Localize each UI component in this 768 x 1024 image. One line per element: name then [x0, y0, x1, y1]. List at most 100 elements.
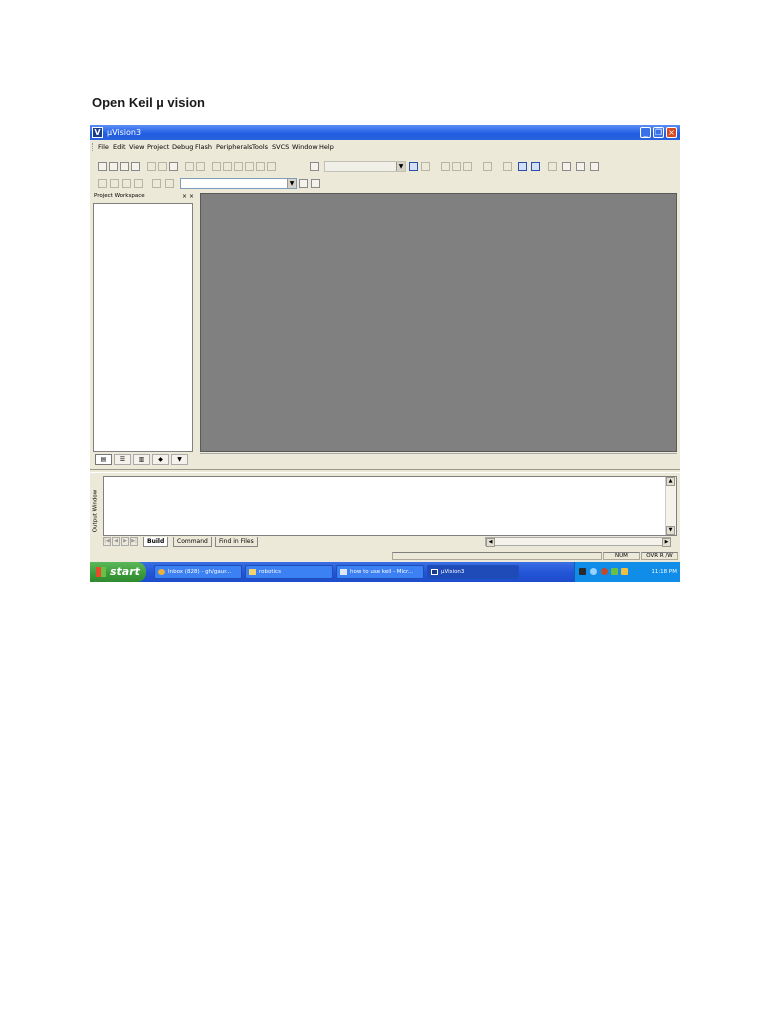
- build-toolbar: ▼: [90, 176, 680, 192]
- output-vertical-scrollbar[interactable]: ▲ ▼: [665, 477, 676, 535]
- scroll-right-icon[interactable]: ▶: [662, 538, 671, 547]
- menu-view[interactable]: View: [129, 141, 144, 153]
- undo-icon[interactable]: [185, 162, 194, 171]
- menu-flash[interactable]: Flash: [195, 141, 212, 153]
- debug-toggle-icon[interactable]: [548, 162, 557, 171]
- next-bookmark-icon[interactable]: [256, 162, 265, 171]
- prev-tab-icon[interactable]: ◀: [112, 537, 120, 546]
- workspace-close-icon[interactable]: × ×: [182, 192, 194, 201]
- tab-find-in-files[interactable]: Find in Files: [215, 537, 258, 547]
- scroll-down-icon[interactable]: ▼: [666, 526, 675, 535]
- translate-icon[interactable]: [98, 179, 107, 188]
- paste-icon[interactable]: [169, 162, 178, 171]
- target-options-icon[interactable]: [165, 179, 174, 188]
- books-tab-icon[interactable]: ▥: [133, 454, 150, 465]
- taskbar-item-word[interactable]: how to use keil - Micr...: [336, 565, 424, 579]
- workspace-tabs: ▤ ☰ ▥ ◆ ▼: [93, 453, 193, 466]
- menu-edit[interactable]: Edit: [113, 141, 126, 153]
- taskbar-item-inbox[interactable]: Inbox (828) - gh/gaur...: [154, 565, 242, 579]
- chevron-down-icon[interactable]: ▼: [396, 162, 405, 171]
- components-icon[interactable]: [299, 179, 308, 188]
- project-workspace-panel: Project Workspace × × ▤ ☰ ▥ ◆ ▼: [92, 192, 196, 467]
- brace-match-icon[interactable]: [463, 162, 472, 171]
- speaker-tray-icon[interactable]: [621, 568, 628, 575]
- file-extensions-icon[interactable]: [311, 179, 320, 188]
- chrome-tray-icon[interactable]: [601, 568, 608, 575]
- window-title: µVision3: [107, 128, 142, 137]
- status-message-pane: [392, 552, 602, 560]
- new-file-icon[interactable]: [98, 162, 107, 171]
- output-text-area[interactable]: ▲ ▼: [103, 476, 677, 536]
- close-button[interactable]: ×: [666, 127, 677, 138]
- menu-tools[interactable]: Tools: [252, 141, 268, 153]
- tab-build[interactable]: Build: [143, 537, 169, 547]
- open-file-icon[interactable]: [109, 162, 118, 171]
- start-label: start: [110, 565, 140, 578]
- books-icon[interactable]: [590, 162, 599, 171]
- menu-peripherals[interactable]: Peripherals: [216, 141, 252, 153]
- save-icon[interactable]: [120, 162, 129, 171]
- menu-window[interactable]: Window: [292, 141, 318, 153]
- target-select[interactable]: ▼: [180, 178, 297, 189]
- start-button[interactable]: start: [90, 562, 146, 582]
- next-tab-icon[interactable]: ▶: [121, 537, 129, 546]
- folder-icon: [249, 569, 256, 575]
- page-heading: Open Keil µ vision: [92, 95, 205, 110]
- incremental-find-icon[interactable]: [421, 162, 430, 171]
- indent-icon[interactable]: [212, 162, 221, 171]
- menu-project[interactable]: Project: [147, 141, 169, 153]
- outdent-icon[interactable]: [223, 162, 232, 171]
- chevron-down-icon[interactable]: ▼: [287, 179, 296, 188]
- security-tray-icon[interactable]: [611, 568, 618, 575]
- build-icon[interactable]: [110, 179, 119, 188]
- stop-build-icon[interactable]: [134, 179, 143, 188]
- debug-session-icon[interactable]: [503, 162, 512, 171]
- system-tray: 11:18 PM: [574, 562, 680, 582]
- status-num: NUM: [603, 552, 640, 560]
- last-tab-icon[interactable]: ▶|: [130, 537, 138, 546]
- find-in-files-icon[interactable]: [409, 162, 418, 171]
- network-tray-icon[interactable]: [590, 568, 597, 575]
- help-tray-icon[interactable]: [579, 568, 586, 575]
- config-icon[interactable]: [576, 162, 585, 171]
- prev-bookmark-icon[interactable]: [245, 162, 254, 171]
- scroll-left-icon[interactable]: ◀: [486, 538, 495, 547]
- minimize-button[interactable]: _: [640, 127, 651, 138]
- output-horizontal-scrollbar[interactable]: ◀ ▶: [485, 537, 671, 547]
- find-combo[interactable]: ▼: [324, 161, 406, 172]
- find-icon[interactable]: [310, 162, 319, 171]
- taskbar-item-robotics[interactable]: robotics: [245, 565, 333, 579]
- rebuild-icon[interactable]: [122, 179, 131, 188]
- taskbar-item-uvision[interactable]: µVision3: [427, 565, 519, 579]
- redo-icon[interactable]: [196, 162, 205, 171]
- download-icon[interactable]: [152, 179, 161, 188]
- windows-logo-icon: [96, 567, 106, 577]
- print-icon[interactable]: [483, 162, 492, 171]
- back-icon[interactable]: [441, 162, 450, 171]
- menu-svcs[interactable]: SVCS: [272, 141, 289, 153]
- panel-splitter[interactable]: [90, 469, 680, 473]
- workspace-toggle-icon[interactable]: [518, 162, 527, 171]
- menu-help[interactable]: Help: [319, 141, 334, 153]
- peripherals-icon[interactable]: [562, 162, 571, 171]
- editor-area[interactable]: [200, 193, 677, 452]
- copy-icon[interactable]: [158, 162, 167, 171]
- bookmark-icon[interactable]: [234, 162, 243, 171]
- functions-tab-icon[interactable]: ◆: [152, 454, 169, 465]
- templates-tab-icon[interactable]: ▼: [171, 454, 188, 465]
- forward-icon[interactable]: [452, 162, 461, 171]
- output-toggle-icon[interactable]: [531, 162, 540, 171]
- tab-command[interactable]: Command: [173, 537, 212, 547]
- maximize-button[interactable]: ❐: [653, 127, 664, 138]
- files-tab-icon[interactable]: ▤: [95, 454, 112, 465]
- menu-file[interactable]: File: [98, 141, 109, 153]
- clear-bookmarks-icon[interactable]: [267, 162, 276, 171]
- scroll-up-icon[interactable]: ▲: [666, 477, 675, 486]
- cut-icon[interactable]: [147, 162, 156, 171]
- menu-debug[interactable]: Debug: [172, 141, 193, 153]
- project-tree[interactable]: [93, 203, 193, 452]
- first-tab-icon[interactable]: |◀: [103, 537, 111, 546]
- regs-tab-icon[interactable]: ☰: [114, 454, 131, 465]
- save-all-icon[interactable]: [131, 162, 140, 171]
- window-titlebar[interactable]: V µVision3 _ ❐ ×: [90, 125, 680, 140]
